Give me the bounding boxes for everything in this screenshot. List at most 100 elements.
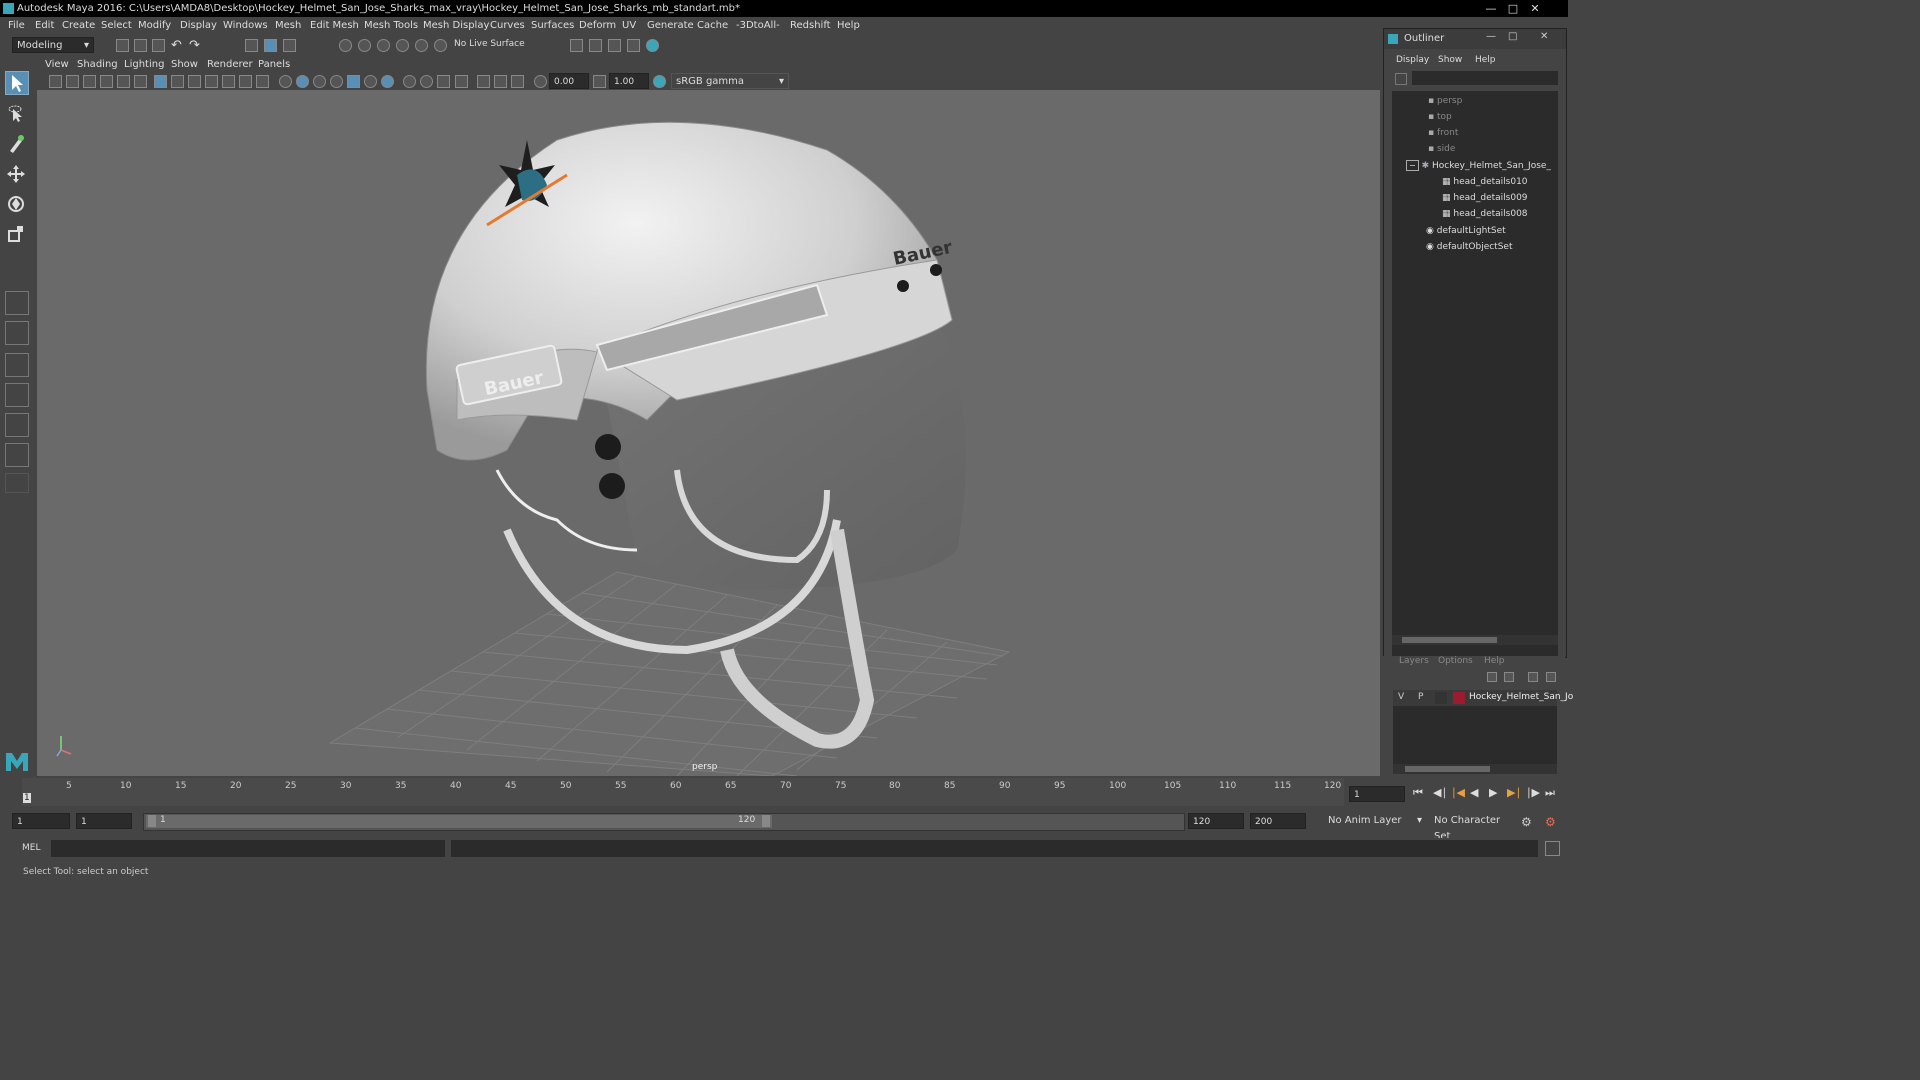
new-layer-icon[interactable]	[1528, 672, 1538, 682]
xray-components-icon[interactable]	[437, 75, 450, 88]
range-slider-handle[interactable]: 1 120	[146, 815, 772, 828]
exposure-icon[interactable]	[534, 75, 547, 88]
menu-generate[interactable]: Generate	[647, 20, 694, 31]
four-view-layout-icon[interactable]	[5, 321, 29, 345]
layers-menu-help[interactable]: Help	[1484, 656, 1505, 666]
grease-pencil-icon[interactable]	[134, 75, 147, 88]
use-all-lights-icon[interactable]	[347, 75, 360, 88]
script-editor-icon[interactable]	[1545, 841, 1560, 856]
layer-visibility-toggle[interactable]: V	[1398, 692, 1404, 702]
menu-modify[interactable]: Modify	[138, 20, 171, 31]
menu-3dtoall[interactable]: -3DtoAll-	[736, 20, 780, 31]
vp-menu-panels[interactable]: Panels	[258, 59, 290, 70]
outliner-search-input[interactable]	[1412, 71, 1558, 85]
select-camera-icon[interactable]	[49, 75, 62, 88]
wireframe-on-shaded-icon[interactable]	[313, 75, 326, 88]
menu-select[interactable]: Select	[101, 20, 132, 31]
tree-item-head-details009[interactable]: ▦ head_details009	[1392, 190, 1604, 206]
time-slider[interactable]: 1 5 10 15 20 25 30 35 40 45 50 55 60 65 …	[0, 778, 1568, 808]
snap-surface-icon[interactable]	[434, 39, 447, 52]
render-view-icon[interactable]	[570, 39, 583, 52]
play-forwards-icon[interactable]: ▶	[1489, 786, 1497, 799]
grid-icon[interactable]	[154, 75, 167, 88]
vp-menu-lighting[interactable]: Lighting	[124, 59, 164, 70]
menu-mesh-tools[interactable]: Mesh Tools	[364, 20, 418, 31]
close-icon[interactable]: ✕	[1540, 31, 1548, 42]
smooth-shade-icon[interactable]	[296, 75, 309, 88]
auto-key-icon[interactable]: ⚙	[1521, 815, 1532, 829]
play-backwards-icon[interactable]: ◀	[1470, 786, 1478, 799]
tree-item-front[interactable]: ▪ front	[1392, 125, 1590, 141]
mel-input[interactable]	[51, 840, 445, 857]
more-layouts-icon[interactable]	[5, 473, 29, 493]
close-icon[interactable]: ✕	[1524, 0, 1546, 17]
menu-uv[interactable]: UV	[622, 20, 636, 31]
character-set-select[interactable]: No Character Set	[1430, 813, 1518, 842]
snap-grid-icon[interactable]	[339, 39, 352, 52]
color-management-icon[interactable]	[653, 75, 666, 88]
menu-mesh-display[interactable]: Mesh Display	[423, 20, 489, 31]
menu-edit-mesh[interactable]: Edit Mesh	[310, 20, 359, 31]
outliner-horizontal-scrollbar[interactable]	[1392, 635, 1558, 645]
hypershade-layout-icon[interactable]	[5, 443, 29, 467]
minimize-icon[interactable]: —	[1486, 31, 1496, 42]
layer-row[interactable]: V P Hockey_Helmet_San_Jo	[1393, 690, 1573, 706]
step-forward-key-icon[interactable]: ▶∣	[1507, 786, 1521, 799]
range-end-grip[interactable]	[762, 815, 770, 827]
outliner-menu-help[interactable]: Help	[1475, 55, 1496, 65]
perspective-viewport[interactable]: Bauer Bauer persp	[37, 90, 1380, 776]
safe-action-icon[interactable]	[239, 75, 252, 88]
end-time-field[interactable]: 200	[1250, 813, 1306, 829]
menu-windows[interactable]: Windows	[223, 20, 268, 31]
step-back-frame-icon[interactable]: ◀∣	[1433, 786, 1447, 799]
step-back-key-icon[interactable]: ∣◀	[1451, 786, 1465, 799]
ipr-render-icon[interactable]	[608, 39, 621, 52]
select-component-icon[interactable]	[283, 39, 296, 52]
redo-icon[interactable]: ↷	[189, 39, 202, 52]
isolate-select-icon[interactable]	[455, 75, 468, 88]
shadows-icon[interactable]	[364, 75, 377, 88]
layers-menu-options[interactable]: Options	[1438, 656, 1473, 666]
move-layer-down-icon[interactable]	[1504, 672, 1514, 682]
start-time-field[interactable]: 1	[12, 813, 70, 829]
playback-end-field[interactable]: 120	[1188, 813, 1244, 829]
minimize-icon[interactable]: —	[1480, 0, 1502, 17]
menu-create[interactable]: Create	[62, 20, 95, 31]
resolution-gate-icon[interactable]	[188, 75, 201, 88]
exposure-field[interactable]: 0.00	[549, 73, 589, 89]
tree-item-default-object-set[interactable]: ◉ defaultObjectSet	[1392, 239, 1588, 255]
playback-start-field[interactable]: 1	[76, 813, 132, 829]
menu-display[interactable]: Display	[180, 20, 217, 31]
render-settings-icon[interactable]	[627, 39, 640, 52]
tree-item-persp[interactable]: ▪ persp	[1392, 93, 1590, 109]
menu-edit[interactable]: Edit	[35, 20, 54, 31]
range-start-grip[interactable]	[148, 815, 156, 827]
xray-joints-icon[interactable]	[420, 75, 433, 88]
gate-mask-icon[interactable]	[205, 75, 218, 88]
safe-title-icon[interactable]	[256, 75, 269, 88]
filter-icon[interactable]	[1395, 73, 1407, 85]
maximize-icon[interactable]: □	[1508, 31, 1517, 42]
view-transform-select[interactable]: sRGB gamma ▾	[671, 73, 789, 89]
vp-menu-show[interactable]: Show	[171, 59, 198, 70]
menu-cache[interactable]: Cache	[697, 20, 728, 31]
select-tool-icon[interactable]	[5, 71, 29, 95]
multisample-aa-icon[interactable]	[511, 75, 524, 88]
anim-layer-select[interactable]: No Anim Layer ▾	[1324, 813, 1426, 829]
field-chart-icon[interactable]	[222, 75, 235, 88]
open-scene-icon[interactable]	[134, 39, 147, 52]
scrollbar-thumb[interactable]	[1405, 766, 1490, 772]
move-tool-icon[interactable]	[5, 163, 29, 187]
xray-icon[interactable]	[403, 75, 416, 88]
animation-preferences-icon[interactable]: ⚙	[1545, 815, 1556, 829]
scrollbar-thumb[interactable]	[1402, 637, 1497, 643]
outliner-menu-show[interactable]: Show	[1438, 55, 1462, 65]
go-to-start-icon[interactable]: ⏮	[1413, 786, 1423, 800]
snap-point-icon[interactable]	[377, 39, 390, 52]
current-frame-field[interactable]: 1	[1349, 786, 1405, 802]
collapse-icon[interactable]: −	[1406, 160, 1419, 171]
single-perspective-layout-icon[interactable]	[5, 291, 29, 315]
layer-type-toggle[interactable]	[1435, 692, 1447, 704]
save-scene-icon[interactable]	[152, 39, 165, 52]
layer-playback-toggle[interactable]: P	[1418, 692, 1423, 702]
